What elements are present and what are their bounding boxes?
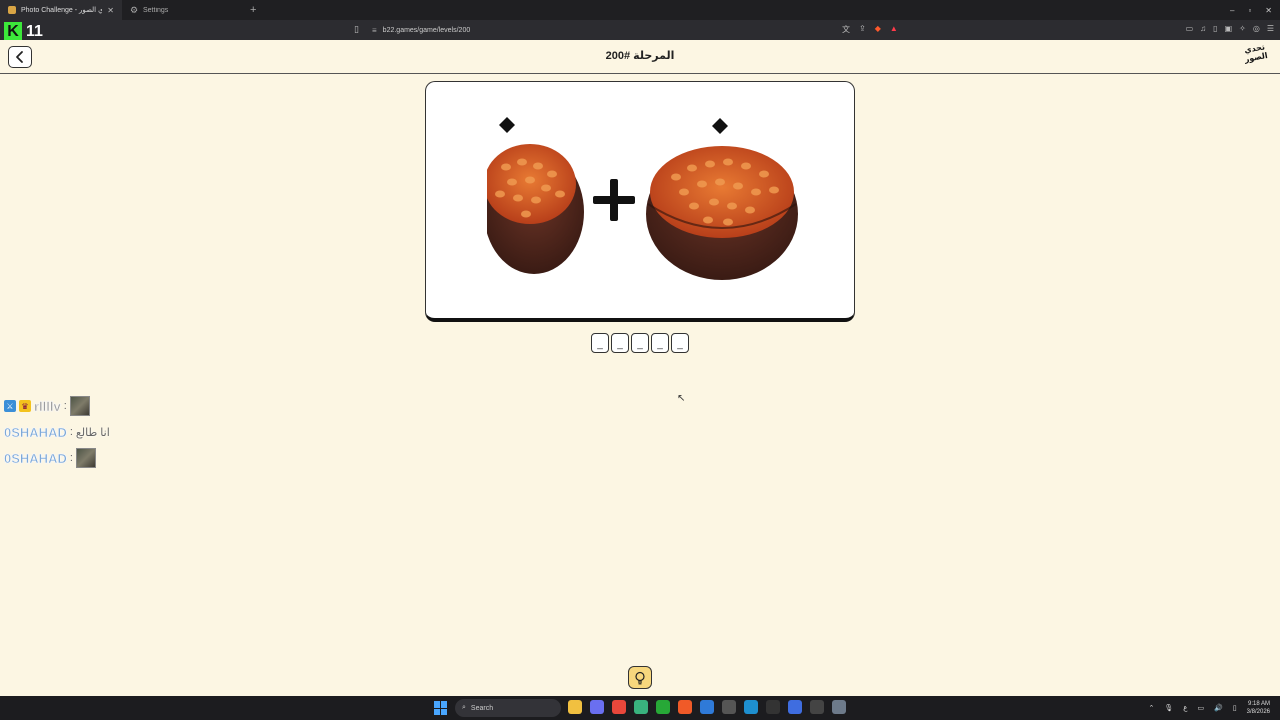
crown-badge-icon: ♛ [19,400,31,412]
new-tab-button[interactable]: + [250,4,256,16]
stream-counter-overlay: K 11 [4,22,43,42]
close-window-button[interactable]: ✕ [1265,6,1272,15]
url-text: b22.games/game/levels/200 [382,26,471,34]
chat-message: ⚔ ♛ rllllv : [4,394,110,418]
volume-icon[interactable]: 🔊 [1214,704,1223,712]
gear-icon: ⚙ [130,5,139,15]
page-header: المرحلة #200 تحدي الصور [0,40,1280,74]
answer-slot[interactable]: _ [671,333,689,353]
brave-shields-icon[interactable]: ◆ [875,24,881,35]
microphone-icon[interactable]: 🎙 [1164,704,1173,712]
chat-separator: : [63,400,67,412]
mouse-cursor-icon: ↖ [677,393,686,404]
chat-emote-icon [75,448,96,468]
tab-settings[interactable]: ⚙ Settings [122,0,244,20]
maximize-button[interactable]: ▫ [1248,6,1251,15]
tab-photo-challenge[interactable]: Photo Challenge - تحدي الصور ✕ [0,0,122,20]
defender-icon[interactable] [700,700,714,714]
windows-start-icon[interactable] [434,701,448,715]
chat-username: 0SHAHAD [4,450,67,466]
translate-icon[interactable]: 文 [842,24,850,35]
chat-username: 0SHAHAD [4,424,67,440]
vpn-icon[interactable]: ◎ [1253,24,1260,33]
settings-icon[interactable] [832,700,846,714]
close-tab-icon[interactable]: ✕ [107,6,114,15]
network-icon[interactable]: ▭ [1197,704,1204,712]
edge-icon[interactable] [744,700,758,714]
xbox-icon[interactable] [656,700,670,714]
rewards-icon[interactable]: ▲ [890,24,898,35]
chat-separator: : [69,452,73,464]
address-bar[interactable]: ≡ b22.games/game/levels/200 [372,23,470,37]
search-icon: ⌕ [462,704,466,711]
leo-icon[interactable]: ✧ [1239,24,1246,33]
chat-username: rllllv [34,398,61,414]
language-icon[interactable]: ع [1183,704,1187,712]
clock-date: 3/8/2026 [1246,709,1270,715]
sidebar-icon[interactable]: ▯ [1213,24,1217,33]
site-logo[interactable]: تحدي الصور [1240,42,1272,72]
tab-title: Settings [143,6,169,14]
chat-message: 0SHAHAD : [4,446,110,470]
app-icon[interactable] [810,700,824,714]
answer-slot[interactable]: _ [591,333,609,353]
minimize-button[interactable]: – [1230,6,1234,15]
menu-icon[interactable]: ☰ [1267,24,1274,33]
chat-text: انا طالع [75,426,110,439]
discord-icon[interactable] [590,700,604,714]
answer-slot[interactable]: _ [611,333,629,353]
system-tray: ⌃ 🎙 ع ▭ 🔊 ▯ 9:18 AM 3/8/2026 [1148,696,1270,720]
app-icon[interactable] [634,700,648,714]
epic-games-icon[interactable] [766,700,780,714]
reader-icon[interactable]: ▭ [1186,24,1194,33]
puzzle-image-card [425,81,855,322]
chevron-up-icon[interactable]: ⌃ [1148,704,1154,712]
moderator-badge-icon: ⚔ [4,400,16,412]
counter-value: 11 [26,23,43,40]
battery-icon[interactable]: ▯ [1233,704,1237,712]
answer-slot[interactable]: _ [651,333,669,353]
taskbar-apps [568,700,846,714]
clock[interactable]: 9:18 AM 3/8/2026 [1247,700,1270,716]
beans-bowl-icon [646,146,798,280]
tab-title: Photo Challenge - تحدي الصور [21,7,103,14]
diamond-icon [712,118,728,134]
site-favicon-icon [8,6,16,14]
os-taskbar: ⌕ Search ⌃ 🎙 ع ▭ 🔊 ▯ 9:18 AM 3/8/2026 [0,696,1280,720]
clock-time: 9:18 AM [1247,701,1270,707]
page-title: المرحلة #200 [605,50,675,62]
search-placeholder: Search [470,704,494,712]
browser-toolbar [0,20,1280,40]
wallet-icon[interactable]: ▣ [1225,24,1233,33]
puzzle-image [487,117,798,280]
counter-logo: K [4,22,22,42]
plus-icon [593,179,635,221]
browser-tab-bar: Photo Challenge - تحدي الصور ✕ ⚙ Setting… [0,0,1280,20]
window-controls: – ▫ ✕ [1230,0,1272,20]
chat-emote-icon [69,396,90,416]
bookmark-icon[interactable]: ▯ [354,24,359,35]
app-icon[interactable] [788,700,802,714]
address-bar-actions: 文 ⇪ ◆ ▲ [842,24,898,35]
lightbulb-icon [635,671,645,684]
chat-message: 0SHAHAD : انا طالع [4,420,110,444]
share-icon[interactable]: ⇪ [859,24,866,35]
diamond-icon [499,117,515,133]
app-icon[interactable] [722,700,736,714]
chrome-icon[interactable] [612,700,626,714]
answer-slots: _ _ _ _ _ [591,333,689,353]
toolbar-extensions: ▭ ♫ ▯ ▣ ✧ ◎ ☰ [1186,24,1274,33]
answer-slot[interactable]: _ [631,333,649,353]
brave-icon[interactable] [678,700,692,714]
stream-chat-overlay: ⚔ ♛ rllllv : 0SHAHAD : انا طالع 0SHAHAD … [4,394,110,472]
taskbar-search[interactable]: ⌕ Search [455,699,561,717]
chat-separator: : [69,426,73,438]
hint-button[interactable] [628,666,652,689]
beans-bowl-half-icon [487,144,584,274]
file-explorer-icon[interactable] [568,700,582,714]
media-icon[interactable]: ♫ [1200,24,1206,33]
site-info-icon[interactable]: ≡ [372,26,377,35]
